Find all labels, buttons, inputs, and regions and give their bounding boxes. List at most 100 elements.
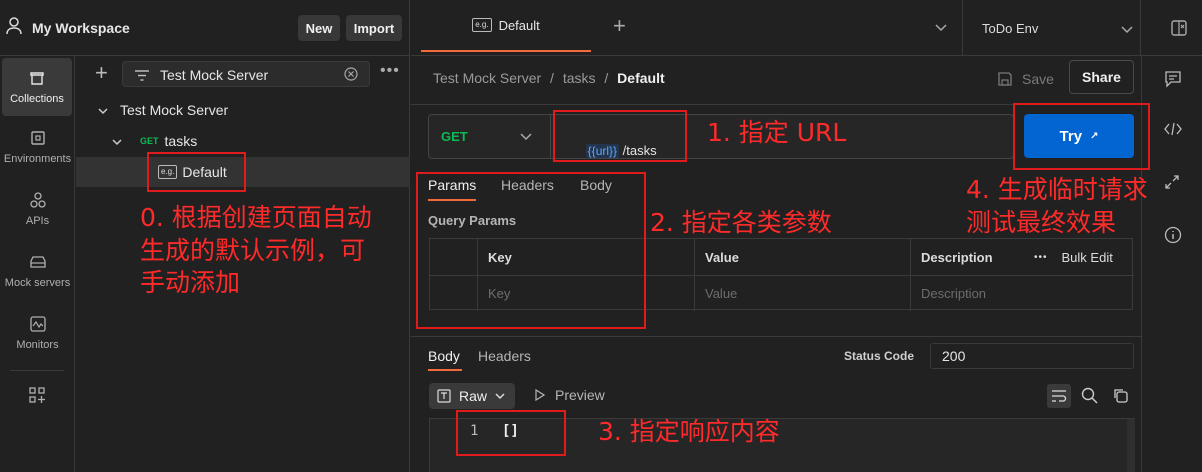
rail-item-mock-servers[interactable]: Mock servers [0, 242, 75, 300]
annotation-step4-line2: 测试最终效果 [966, 207, 1117, 237]
format-select[interactable]: Raw [429, 383, 515, 409]
wrap-lines-icon[interactable] [1047, 384, 1071, 408]
annotation-step0-line3: 手动添加 [140, 268, 241, 297]
annotation-step3: 3. 指定响应内容 [598, 417, 780, 446]
collection-name: Test Mock Server [120, 102, 229, 118]
rail-label-apis: APIs [25, 215, 50, 227]
collections-icon [30, 72, 44, 85]
apis-icon [29, 192, 46, 208]
response-tab-body[interactable]: Body [428, 348, 460, 364]
rail-item-collections[interactable]: Collections [2, 58, 72, 116]
annotation-box-try [1013, 103, 1150, 170]
filter-icon [135, 69, 149, 84]
more-icon: ••• [1034, 251, 1048, 263]
environment-selector[interactable]: ToDo Env [962, 0, 1141, 56]
tab-strip: e.g. Default + [411, 0, 962, 56]
description-input[interactable]: Description [911, 275, 1134, 311]
tab-label: Default [498, 17, 540, 33]
format-chevron-icon [495, 392, 505, 399]
add-collection-icon[interactable]: + [95, 61, 108, 85]
annotation-step1: 1. 指定 URL [707, 118, 847, 147]
left-rail: Collections Environments APIs Mock serve… [0, 56, 75, 472]
format-value: Raw [459, 388, 488, 404]
raw-format-icon [437, 389, 451, 403]
new-tab-icon[interactable]: + [613, 14, 626, 38]
rail-label-mock-servers: Mock servers [4, 277, 71, 289]
rail-divider [10, 370, 64, 371]
environment-chevron-icon [1121, 22, 1133, 37]
breadcrumb-current: Default [617, 70, 665, 86]
annotation-box-url [553, 110, 687, 162]
code-icon[interactable] [1164, 122, 1182, 139]
annotation-step0-line2: 生成的默认示例，可 [140, 235, 366, 265]
breadcrumb-separator: / [604, 70, 609, 86]
rail-label-monitors: Monitors [16, 339, 59, 351]
annotation-step0-line1: 0. 根据创建页面自动 [140, 203, 372, 232]
rail-item-monitors[interactable]: Monitors [0, 304, 75, 362]
bulk-edit-label: Bulk Edit [1061, 249, 1113, 265]
search-icon[interactable] [1081, 387, 1098, 407]
method-value: GET [441, 129, 468, 144]
share-button[interactable]: Share [1069, 60, 1134, 94]
value-input[interactable]: Value [695, 275, 911, 311]
new-button[interactable]: New [298, 15, 340, 41]
annotation-step4-line1: 4. 生成临时请求 [966, 175, 1148, 204]
request-name: tasks [164, 133, 198, 149]
environment-quicklook-icon[interactable] [1170, 19, 1188, 40]
configure-sidebar-icon[interactable] [28, 386, 46, 407]
tree-collection-row[interactable]: Test Mock Server [76, 95, 410, 125]
annotation-box-params [416, 172, 646, 329]
info-icon[interactable] [1164, 226, 1182, 247]
method-tag: GET [140, 136, 159, 146]
environments-icon [30, 131, 45, 145]
annotation-box-response [456, 410, 566, 456]
tab-default[interactable]: e.g. Default [421, 0, 591, 52]
env-quicklook-area [1141, 0, 1202, 56]
copy-icon[interactable] [1112, 387, 1129, 407]
annotation-box-example [147, 152, 246, 192]
method-chevron-icon [520, 133, 532, 141]
column-header-value: Value [695, 239, 911, 275]
annotation-step0: 0. 根据创建页面自动 生成的默认示例，可 手动添加 [140, 202, 372, 300]
rail-label-environments: Environments [3, 153, 72, 165]
workspace-title[interactable]: My Workspace [32, 20, 130, 36]
status-code-value: 200 [942, 348, 966, 364]
tab-list-chevron-icon[interactable] [935, 20, 947, 35]
collection-filter[interactable]: Test Mock Server [122, 61, 370, 87]
annotation-step2: 2. 指定各类参数 [650, 208, 832, 237]
import-button[interactable]: Import [346, 15, 402, 41]
method-select[interactable]: GET [429, 115, 551, 158]
right-rail [1141, 56, 1202, 472]
rail-label-collections: Collections [10, 93, 64, 105]
breadcrumb-separator: / [550, 70, 554, 86]
rail-item-apis[interactable]: APIs [0, 180, 75, 238]
preview-label: Preview [555, 387, 605, 403]
mock-servers-icon [29, 256, 46, 268]
response-tab-headers[interactable]: Headers [478, 348, 531, 364]
monitors-icon [29, 316, 46, 332]
expand-icon[interactable] [1164, 174, 1180, 193]
workspace-header: My Workspace New Import [0, 0, 410, 56]
response-tab-underline [428, 369, 462, 371]
comments-icon[interactable] [1164, 70, 1182, 91]
scrollbar[interactable] [1127, 419, 1135, 472]
play-icon [535, 389, 545, 401]
bulk-edit-button[interactable]: ••• Bulk Edit [1024, 239, 1134, 275]
save-icon [998, 72, 1012, 86]
column-header-description: Description [921, 249, 993, 265]
preview-button[interactable]: Preview [535, 387, 605, 403]
clear-filter-icon[interactable] [344, 67, 358, 84]
collapse-chevron-icon [112, 133, 122, 149]
filter-value: Test Mock Server [160, 67, 269, 83]
rail-item-environments[interactable]: Environments [0, 118, 75, 176]
breadcrumb: Test Mock Server / tasks / Default [433, 70, 665, 86]
breadcrumb-request[interactable]: tasks [563, 70, 596, 86]
save-button[interactable]: Save [997, 66, 1054, 92]
save-label: Save [1022, 71, 1054, 87]
collapse-chevron-icon [98, 102, 108, 118]
example-icon: e.g. [472, 18, 492, 32]
more-options-icon[interactable]: ••• [380, 62, 400, 80]
breadcrumb-collection[interactable]: Test Mock Server [433, 70, 541, 86]
status-code-label: Status Code [844, 349, 915, 363]
status-code-input[interactable]: 200 [930, 343, 1134, 369]
